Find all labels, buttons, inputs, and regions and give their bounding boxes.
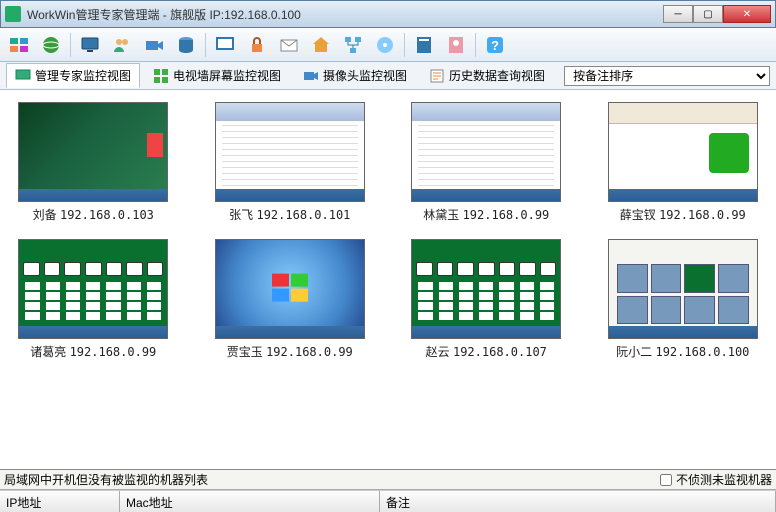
client-name: 刘备: [33, 208, 57, 222]
toolbar-monitor-icon[interactable]: [77, 32, 103, 58]
unmonitored-panel: 局域网中开机但没有被监视的机器列表 不侦测未监视机器 IP地址 Mac地址 备注: [0, 469, 776, 512]
client-tile[interactable]: 赵云 192.168.0.107: [403, 239, 570, 360]
camera-icon: [303, 68, 319, 84]
monitor-icon: [15, 68, 31, 84]
tab-label: 摄像头监控视图: [323, 67, 407, 84]
client-thumbnail[interactable]: [215, 102, 365, 202]
client-name: 张飞: [229, 208, 253, 222]
unmonitored-table-header: IP地址 Mac地址 备注: [0, 490, 776, 512]
client-label: 赵云 192.168.0.107: [426, 343, 547, 360]
toolbar-database-icon[interactable]: [173, 32, 199, 58]
client-label: 贾宝玉 192.168.0.99: [227, 343, 353, 360]
toolbar-camera-icon[interactable]: [141, 32, 167, 58]
main-toolbar: ?: [0, 28, 776, 62]
client-thumbnail[interactable]: [411, 102, 561, 202]
view-tabbar: 管理专家监控视图 电视墙屏幕监控视图 摄像头监控视图 历史数据查询视图 按备注排…: [0, 62, 776, 90]
col-mac[interactable]: Mac地址: [120, 491, 380, 512]
client-label: 薛宝钗 192.168.0.99: [620, 206, 746, 223]
skip-detect-label: 不侦测未监视机器: [676, 471, 772, 488]
client-tile[interactable]: 诸葛亮 192.168.0.99: [10, 239, 177, 360]
toolbar-network-icon[interactable]: [340, 32, 366, 58]
toolbar-screens-icon[interactable]: [6, 32, 32, 58]
toolbar-lock-icon[interactable]: [244, 32, 270, 58]
client-name: 诸葛亮: [30, 345, 66, 359]
client-thumbnail[interactable]: [411, 239, 561, 339]
window-controls: ─ ▢ ✕: [663, 5, 771, 23]
col-note[interactable]: 备注: [380, 491, 776, 512]
skip-detect-input[interactable]: [660, 474, 672, 486]
unmonitored-title: 局域网中开机但没有被监视的机器列表: [4, 471, 660, 488]
client-name: 林黛玉: [423, 208, 459, 222]
tab-label: 电视墙屏幕监控视图: [173, 67, 281, 84]
maximize-button[interactable]: ▢: [693, 5, 723, 23]
tab-camera-view[interactable]: 摄像头监控视图: [294, 63, 416, 88]
toolbar-display-icon[interactable]: [212, 32, 238, 58]
client-name: 薛宝钗: [620, 208, 656, 222]
titlebar: WorkWin管理专家管理端 - 旗舰版 IP:192.168.0.100 ─ …: [0, 0, 776, 28]
minimize-button[interactable]: ─: [663, 5, 693, 23]
history-icon: [429, 68, 445, 84]
client-thumbnail[interactable]: 淘宝网: [608, 102, 758, 202]
client-ip: 192.168.0.99: [463, 208, 550, 222]
toolbar-contact-icon[interactable]: [443, 32, 469, 58]
client-name: 赵云: [426, 345, 450, 359]
client-thumbnail[interactable]: [18, 239, 168, 339]
skip-detect-checkbox[interactable]: 不侦测未监视机器: [660, 471, 772, 488]
client-label: 诸葛亮 192.168.0.99: [30, 343, 156, 360]
client-tile[interactable]: 林黛玉 192.168.0.99: [403, 102, 570, 223]
tab-label: 历史数据查询视图: [449, 67, 545, 84]
client-tile[interactable]: 张飞 192.168.0.101: [207, 102, 374, 223]
client-thumbnail[interactable]: [18, 102, 168, 202]
toolbar-users-icon[interactable]: [109, 32, 135, 58]
client-tile[interactable]: 淘宝网薛宝钗 192.168.0.99: [600, 102, 767, 223]
client-thumbnail[interactable]: [608, 239, 758, 339]
client-name: 贾宝玉: [227, 345, 263, 359]
client-ip: 192.168.0.99: [70, 345, 157, 359]
client-ip: 192.168.0.107: [453, 345, 547, 359]
client-ip: 192.168.0.100: [655, 345, 749, 359]
client-ip: 192.168.0.99: [266, 345, 353, 359]
tab-tvwall-view[interactable]: 电视墙屏幕监控视图: [144, 63, 290, 88]
window-title: WorkWin管理专家管理端 - 旗舰版 IP:192.168.0.100: [27, 6, 663, 23]
client-grid-area: 刘备 192.168.0.103 张飞 192.168.0.101 林黛玉 192.…: [0, 90, 776, 442]
client-tile[interactable]: 贾宝玉 192.168.0.99: [207, 239, 374, 360]
toolbar-help-icon[interactable]: ?: [482, 32, 508, 58]
tab-label: 管理专家监控视图: [35, 67, 131, 84]
toolbar-disc-icon[interactable]: [372, 32, 398, 58]
toolbar-mail-icon[interactable]: [276, 32, 302, 58]
app-icon: [5, 6, 21, 22]
svg-text:?: ?: [491, 38, 499, 53]
client-label: 刘备 192.168.0.103: [33, 206, 154, 223]
client-ip: 192.168.0.99: [659, 208, 746, 222]
client-thumbnail[interactable]: [215, 239, 365, 339]
col-ip[interactable]: IP地址: [0, 491, 120, 512]
toolbar-globe-icon[interactable]: [38, 32, 64, 58]
client-name: 阮小二: [616, 345, 652, 359]
close-button[interactable]: ✕: [723, 5, 771, 23]
client-ip: 192.168.0.103: [60, 208, 154, 222]
toolbar-book-icon[interactable]: [411, 32, 437, 58]
client-ip: 192.168.0.101: [256, 208, 350, 222]
toolbar-home-icon[interactable]: [308, 32, 334, 58]
client-tile[interactable]: 刘备 192.168.0.103: [10, 102, 177, 223]
client-label: 林黛玉 192.168.0.99: [423, 206, 549, 223]
tab-history-view[interactable]: 历史数据查询视图: [420, 63, 554, 88]
tvwall-icon: [153, 68, 169, 84]
client-label: 张飞 192.168.0.101: [229, 206, 350, 223]
client-label: 阮小二 192.168.0.100: [616, 343, 749, 360]
sort-dropdown[interactable]: 按备注排序: [564, 66, 770, 86]
tab-expert-view[interactable]: 管理专家监控视图: [6, 63, 140, 88]
client-tile[interactable]: 阮小二 192.168.0.100: [600, 239, 767, 360]
